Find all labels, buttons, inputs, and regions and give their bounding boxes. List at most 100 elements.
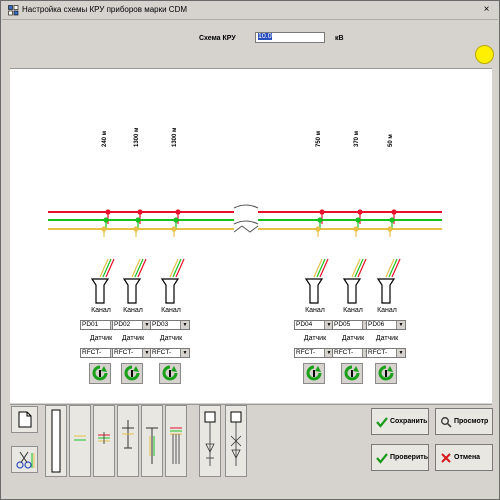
save-button[interactable]: Сохранить xyxy=(371,408,429,435)
dual-line-icon xyxy=(74,435,86,441)
three-phase-feeder-icon xyxy=(170,427,182,464)
junction-red xyxy=(357,209,363,215)
sensor-type-value: RFCT- xyxy=(296,349,316,356)
dropdown-arrow-icon: ▼ xyxy=(396,349,405,357)
sensor-test-button[interactable] xyxy=(303,363,325,384)
sensor-refresh-icon xyxy=(378,365,394,381)
preview-label: Просмотр xyxy=(454,418,489,425)
sensor-type-value: RFCT- xyxy=(334,349,354,356)
tap-icon xyxy=(122,420,134,449)
triple-line-icon xyxy=(98,432,110,444)
sensor-test-button[interactable] xyxy=(341,363,363,384)
channel-value: PD03 xyxy=(152,321,169,328)
channel-label: Канал xyxy=(377,307,397,314)
junction-yellow xyxy=(387,226,393,232)
element-bus-triple[interactable] xyxy=(93,405,115,477)
save-label: Сохранить xyxy=(390,418,428,425)
kru-voltage-input[interactable]: 10.0 xyxy=(255,32,325,43)
element-sensor-a[interactable] xyxy=(199,405,221,477)
kru-voltage-value: 10.0 xyxy=(258,33,272,40)
sensor-symbol xyxy=(342,278,362,304)
sensor-type-value: RFCT- xyxy=(114,349,134,356)
cancel-button[interactable]: Отмена xyxy=(435,444,493,471)
sensor-label: Датчик xyxy=(303,335,327,342)
title-bar: Настройка схемы КРУ приборов марки CDM × xyxy=(2,2,498,20)
preview-button[interactable]: Просмотр xyxy=(435,408,493,435)
element-bus-dual[interactable] xyxy=(69,405,91,477)
channel-select[interactable]: PD06 ▼ xyxy=(366,320,406,330)
junction-yellow xyxy=(315,226,321,232)
channel-value: PD04 xyxy=(296,321,313,328)
junction-red xyxy=(137,209,143,215)
junction-green xyxy=(135,217,141,223)
dropdown-arrow-icon: ▼ xyxy=(180,321,189,329)
close-button[interactable]: × xyxy=(481,5,492,16)
sensor-type-select[interactable]: RFCT- ▼ xyxy=(366,348,406,358)
channel-select[interactable]: PD02 ▼ xyxy=(112,320,152,330)
sensor-label: Датчик xyxy=(159,335,183,342)
sensor-symbol xyxy=(304,278,324,304)
status-indicator xyxy=(475,45,494,64)
vertical-bus-icon xyxy=(51,409,61,473)
dropdown-arrow-icon: ▼ xyxy=(396,321,405,329)
junction-green xyxy=(173,217,179,223)
channel-select[interactable]: PD04 ▼ xyxy=(294,320,334,330)
junction-green xyxy=(317,217,323,223)
sensor-test-button[interactable] xyxy=(375,363,397,384)
element-bus-vertical[interactable] xyxy=(45,405,67,477)
window-title: Настройка схемы КРУ приборов марки CDM xyxy=(22,5,188,14)
sensor-refresh-icon xyxy=(306,365,322,381)
channel-label: Канал xyxy=(123,307,143,314)
kru-scheme-label: Схема КРУ xyxy=(199,35,236,42)
scissors-icon xyxy=(16,451,35,469)
check-label: Проверить xyxy=(390,454,428,461)
junction-green xyxy=(355,217,361,223)
checkmark-icon xyxy=(376,453,388,464)
element-three-phase-feeder[interactable] xyxy=(165,405,187,477)
sensor-type-select[interactable]: RFCT-▼ xyxy=(294,348,334,358)
main-window: Настройка схемы КРУ приборов марки CDM ×… xyxy=(0,0,500,500)
busbar-break-symbol xyxy=(233,204,259,233)
channel-label: Канал xyxy=(161,307,181,314)
element-tap[interactable] xyxy=(117,405,139,477)
sensor-type-value: RFCT- xyxy=(152,349,172,356)
sensor-test-button[interactable] xyxy=(89,363,111,384)
cable-length-label: 750 м xyxy=(316,130,322,147)
junction-green xyxy=(103,217,109,223)
junction-red xyxy=(391,209,397,215)
junction-red xyxy=(175,209,181,215)
sensor-type-select[interactable]: RFCT- ▼ xyxy=(150,348,190,358)
sensor-refresh-icon xyxy=(124,365,140,381)
junction-yellow xyxy=(353,226,359,232)
cable-length-label: 1300 м xyxy=(134,127,140,147)
junction-red xyxy=(105,209,111,215)
junction-yellow xyxy=(101,226,107,232)
sensor-type-value: RFCT- xyxy=(368,349,388,356)
sensor-symbol xyxy=(90,278,110,304)
sensor-type-select[interactable]: RFCT-▼ xyxy=(112,348,152,358)
new-scheme-button[interactable] xyxy=(11,406,38,433)
scheme-canvas: 240 м 1300 м 1300 м 750 м 370 м 50 м Канал PD0… xyxy=(10,68,492,403)
channel-select[interactable]: PD03 ▼ xyxy=(150,320,190,330)
element-sensor-b[interactable] xyxy=(225,405,247,477)
feeder-icon xyxy=(146,427,158,464)
check-button[interactable]: Проверить xyxy=(371,444,429,471)
sensor-label: Датчик xyxy=(375,335,399,342)
channel-value: PD01 xyxy=(82,321,99,328)
channel-value: PD02 xyxy=(114,321,131,328)
app-icon xyxy=(8,5,19,16)
cut-button[interactable] xyxy=(11,446,38,473)
sensor-type-value: RFCT- xyxy=(82,349,102,356)
sensor-test-button[interactable] xyxy=(159,363,181,384)
sensor-refresh-icon xyxy=(162,365,178,381)
checkmark-icon xyxy=(376,417,388,428)
junction-yellow xyxy=(133,226,139,232)
voltage-unit: кВ xyxy=(335,35,344,42)
channel-value: PD05 xyxy=(334,321,351,328)
sensor-test-button[interactable] xyxy=(121,363,143,384)
cable-length-label: 370 м xyxy=(354,130,360,147)
sensor-b-icon xyxy=(230,411,242,466)
element-feeder[interactable] xyxy=(141,405,163,477)
dropdown-arrow-icon: ▼ xyxy=(180,349,189,357)
junction-yellow xyxy=(171,226,177,232)
